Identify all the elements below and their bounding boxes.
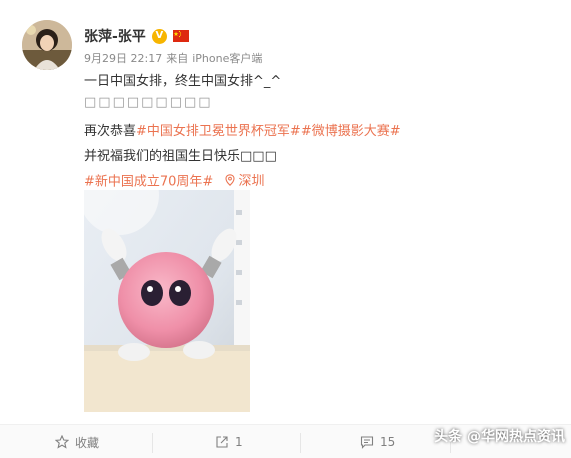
weibo-post-card: 张萍-张平 V 9月29日 22:17 来自 iPhone客户端 一日中国女排，… bbox=[0, 0, 571, 458]
repost-button[interactable]: 1 bbox=[215, 425, 243, 458]
location-label: 深圳 bbox=[238, 174, 265, 189]
comment-icon bbox=[360, 436, 374, 449]
verified-badge-icon: V bbox=[151, 28, 167, 44]
username[interactable]: 张萍-张平 bbox=[84, 26, 146, 46]
avatar[interactable] bbox=[22, 20, 72, 70]
post-text-line3: 再次恭喜#中国女排卫冕世界杯冠军##微博摄影大赛# bbox=[84, 120, 401, 139]
star-icon bbox=[55, 435, 69, 449]
repost-count: 1 bbox=[235, 435, 243, 449]
action-divider bbox=[152, 433, 153, 453]
post-meta: 9月29日 22:17 来自 iPhone客户端 bbox=[84, 50, 262, 66]
avatar-image bbox=[22, 20, 72, 70]
repost-icon bbox=[216, 436, 228, 448]
comment-count: 15 bbox=[380, 435, 396, 449]
location-pin-icon bbox=[225, 173, 236, 186]
source-prefix: 来自 bbox=[166, 52, 189, 65]
favorite-button[interactable]: 收藏 bbox=[55, 425, 99, 458]
post-timestamp[interactable]: 9月29日 22:17 bbox=[84, 50, 162, 66]
comment-button[interactable]: 15 bbox=[360, 425, 395, 458]
action-divider bbox=[300, 433, 301, 453]
topic-tag-70th-anniversary[interactable]: #新中国成立70周年# bbox=[84, 175, 213, 190]
post-photo[interactable] bbox=[84, 190, 250, 412]
post-text-line5: #新中国成立70周年# 深圳 bbox=[84, 170, 264, 190]
favorite-label: 收藏 bbox=[75, 435, 100, 450]
post-text-line4: 并祝福我们的祖国生日快乐□□□ bbox=[84, 149, 277, 164]
name-row: 张萍-张平 V bbox=[84, 26, 189, 46]
china-flag-icon bbox=[172, 30, 189, 42]
location-link[interactable]: 深圳 bbox=[225, 170, 264, 189]
congrats-text: 再次恭喜 bbox=[84, 124, 137, 139]
topic-tag-photo-contest[interactable]: #微博摄影大赛# bbox=[301, 124, 401, 139]
topic-tag-volleyball[interactable]: #中国女排卫冕世界杯冠军# bbox=[136, 124, 301, 139]
plush-toy-image bbox=[84, 190, 250, 412]
post-text-line1: 一日中国女排，终生中国女排^_^ bbox=[84, 74, 282, 89]
watermark: 头条 @华网热点资讯 bbox=[434, 429, 565, 445]
post-source[interactable]: iPhone客户端 bbox=[192, 50, 262, 66]
post-text-line2: □□□□□□□□□ bbox=[84, 95, 213, 110]
